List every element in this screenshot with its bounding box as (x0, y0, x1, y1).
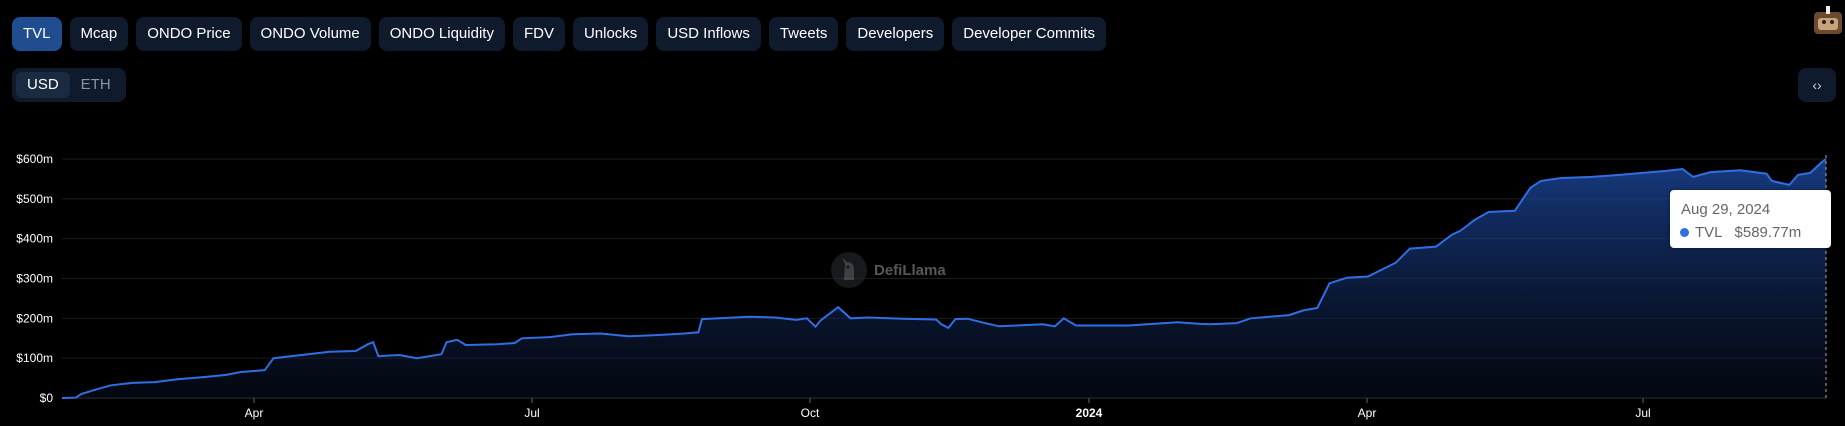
tab-tweets[interactable]: Tweets (768, 17, 839, 51)
chart-tooltip: Aug 29, 2024 TVL $589.77m (1670, 190, 1831, 248)
chart-tabs: TVL Mcap ONDO Price ONDO Volume ONDO Liquidi… (12, 17, 1106, 51)
embed-code-button[interactable]: ‹› (1798, 68, 1836, 102)
watermark-text: DefiLlama (874, 261, 946, 279)
y-tick-label: $100m (16, 351, 53, 365)
x-tick-label: Oct (801, 406, 820, 420)
tab-mcap[interactable]: Mcap (69, 17, 129, 51)
tooltip-series-name: TVL (1695, 224, 1723, 241)
currency-usd-button[interactable]: USD (16, 72, 70, 98)
tab-developer-commits[interactable]: Developer Commits (952, 17, 1106, 51)
tooltip-date: Aug 29, 2024 (1681, 201, 1771, 218)
tab-developers[interactable]: Developers (846, 17, 945, 51)
y-tick-label: $600m (16, 152, 53, 166)
tab-ondo-price[interactable]: ONDO Price (136, 17, 242, 51)
series-color-dot (1680, 228, 1689, 237)
x-tick-label: Apr (1358, 406, 1377, 420)
x-tick-label: Apr (245, 406, 264, 420)
llama-logo-icon (831, 252, 867, 288)
x-tick-label: Jul (1635, 406, 1650, 420)
currency-eth-button[interactable]: ETH (70, 72, 122, 98)
y-tick-label: $0 (40, 391, 54, 405)
tab-ondo-volume[interactable]: ONDO Volume (249, 17, 371, 51)
x-tick-label: Jul (524, 406, 539, 420)
tab-ondo-liquidity[interactable]: ONDO Liquidity (378, 17, 505, 51)
currency-toggle: USD ETH (12, 68, 126, 102)
tab-unlocks[interactable]: Unlocks (572, 17, 649, 51)
tab-tvl[interactable]: TVL (12, 17, 62, 51)
x-axis: Apr Jul Oct 2024 Apr Jul (245, 398, 1651, 420)
tab-usd-inflows[interactable]: USD Inflows (656, 17, 761, 51)
x-tick-label: 2024 (1076, 406, 1103, 420)
tab-fdv[interactable]: FDV (512, 17, 565, 51)
y-tick-label: $300m (16, 272, 53, 286)
llama-avatar-icon[interactable] (1812, 6, 1844, 36)
y-tick-label: $500m (16, 192, 53, 206)
defillama-watermark: DefiLlama (830, 250, 946, 290)
code-brackets-icon: ‹› (1812, 77, 1822, 93)
y-axis: $0 $100m $200m $300m $400m $500m $600m (16, 152, 53, 405)
y-tick-label: $400m (16, 232, 53, 246)
tooltip-value: $589.77m (1734, 224, 1802, 241)
y-tick-label: $200m (16, 311, 53, 325)
